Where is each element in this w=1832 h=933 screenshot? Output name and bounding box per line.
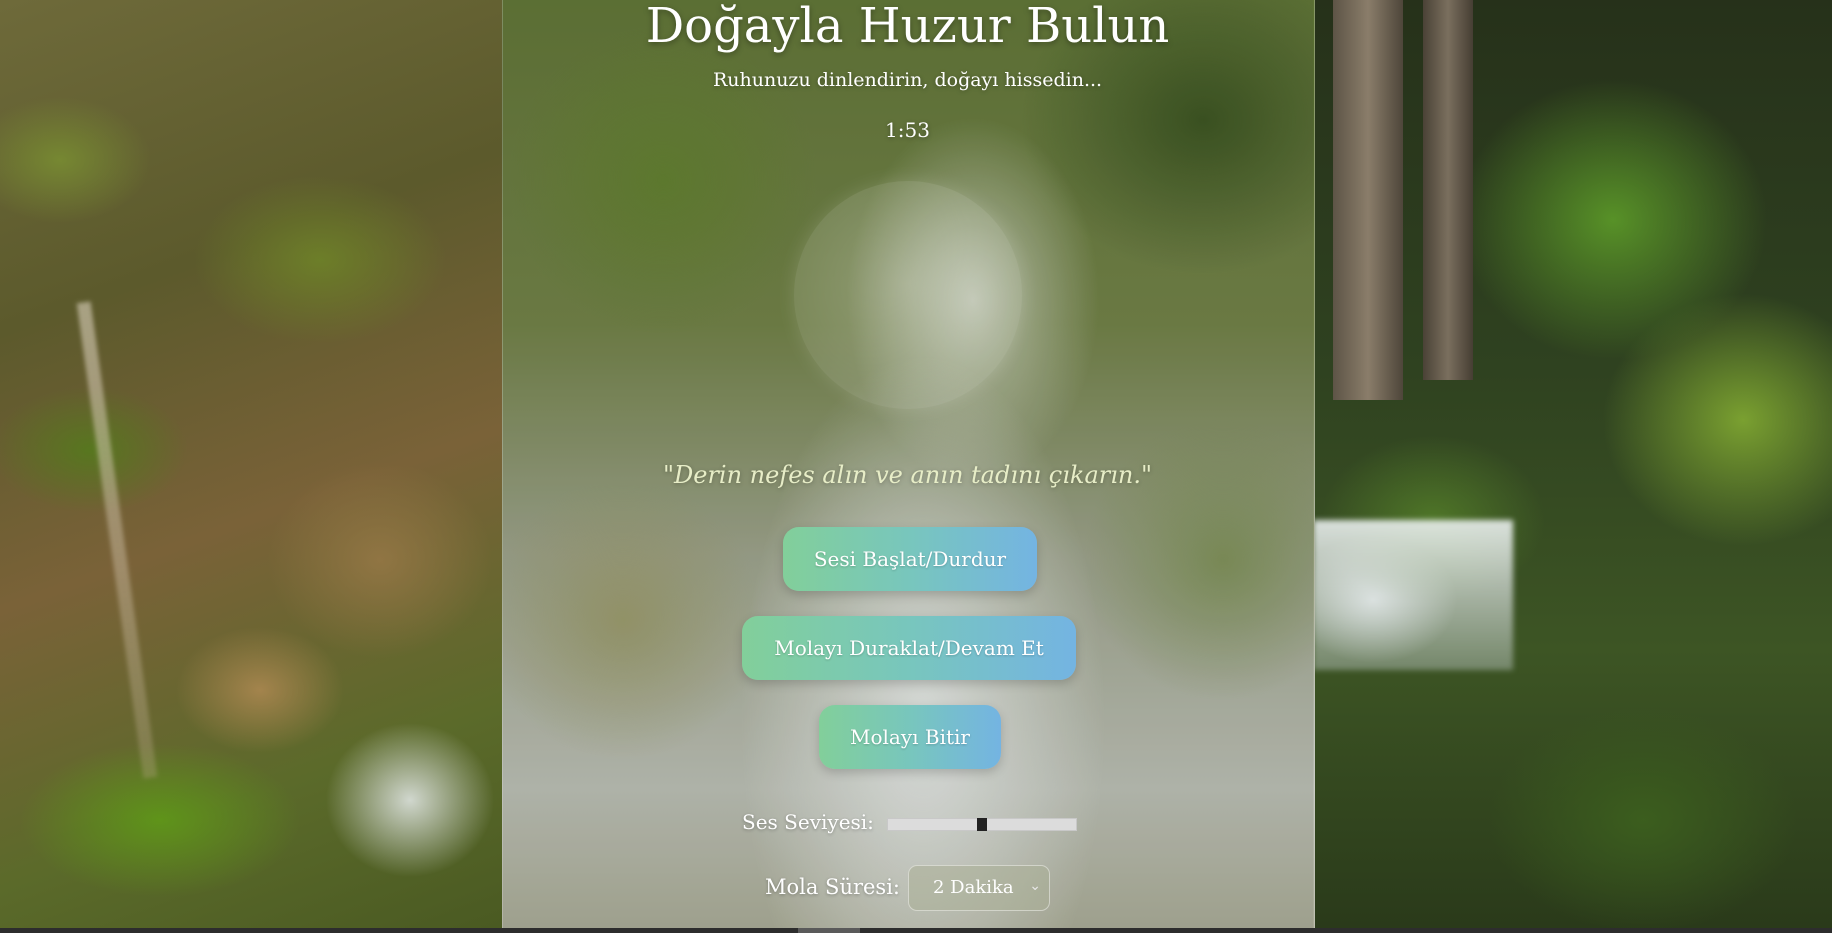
toggle-sound-button[interactable]: Sesi Başlat/Durdur [783,527,1037,591]
duration-control: Mola Süresi: 2 Dakika ⌄ [502,865,1313,911]
waterfall-background-left [0,0,502,928]
volume-control: Ses Seviyesi: [502,808,1313,838]
volume-slider[interactable] [887,818,1077,831]
page-title: Doğayla Huzur Bulun [645,0,1170,54]
forest-background-right [1313,0,1832,928]
end-break-button[interactable]: Molayı Bitir [819,705,1001,769]
waterfall-decoration [1313,520,1513,670]
countdown-timer: 1:53 [885,118,930,142]
volume-slider-thumb[interactable] [977,818,987,831]
scrollbar-thumb[interactable] [798,928,860,933]
page-subtitle: Ruhunuzu dinlendirin, doğayı hissedin... [712,69,1103,91]
breathing-circle [794,181,1022,409]
relax-content: Doğayla Huzur Bulun Ruhunuzu dinlendirin… [502,0,1313,928]
bottom-scrollbar[interactable] [0,928,1832,933]
duration-select-value: 2 Dakika [933,877,1014,898]
pause-resume-button[interactable]: Molayı Duraklat/Devam Et [742,616,1076,680]
duration-label: Mola Süresi: [765,875,901,899]
chevron-down-icon: ⌄ [1029,878,1041,894]
tree-trunk-decoration [1423,0,1473,380]
stream-decoration [76,301,158,779]
duration-select[interactable]: 2 Dakika ⌄ [908,865,1050,911]
relax-quote: "Derin nefes alın ve anın tadını çıkarın… [662,461,1153,489]
tree-trunk-decoration [1333,0,1403,400]
break-screen: Doğayla Huzur Bulun Ruhunuzu dinlendirin… [0,0,1832,933]
volume-label: Ses Seviyesi: [742,810,874,834]
